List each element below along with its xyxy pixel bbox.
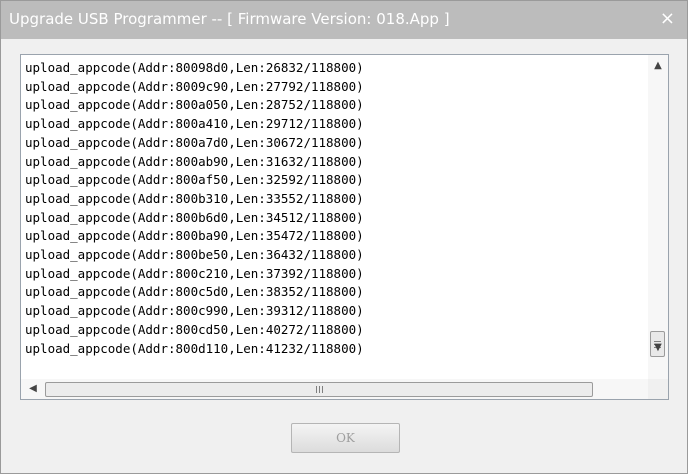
scroll-up-icon[interactable]: ▲ [651, 59, 665, 73]
horizontal-scroll-thumb[interactable] [45, 382, 593, 397]
window-title: Upgrade USB Programmer -- [ Firmware Ver… [9, 10, 450, 28]
log-line: upload_appcode(Addr:800be50,Len:36432/11… [25, 247, 364, 263]
log-line: upload_appcode(Addr:800a050,Len:28752/11… [25, 97, 364, 113]
log-line: upload_appcode(Addr:80098d0,Len:26832/11… [25, 60, 364, 75]
ok-button[interactable]: OK [291, 423, 400, 453]
log-output[interactable]: upload_appcode(Addr:80098d0,Len:26832/11… [20, 54, 669, 400]
vertical-scrollbar[interactable]: ▲ ▼ [648, 55, 668, 379]
log-line: upload_appcode(Addr:800c990,Len:39312/11… [25, 303, 364, 319]
log-line: upload_appcode(Addr:8009c90,Len:27792/11… [25, 78, 364, 94]
scroll-down-icon[interactable]: ▼ [651, 341, 665, 355]
log-line: upload_appcode(Addr:800af50,Len:32592/11… [25, 172, 364, 188]
log-line: upload_appcode(Addr:800a410,Len:29712/11… [25, 116, 364, 132]
scroll-corner [648, 379, 668, 399]
log-line: upload_appcode(Addr:800b310,Len:33552/11… [25, 190, 364, 206]
scroll-left-icon[interactable]: ◀ [27, 382, 39, 396]
log-line: upload_appcode(Addr:800a7d0,Len:30672/11… [25, 134, 364, 150]
grip-line [319, 386, 320, 393]
log-lines: upload_appcode(Addr:80098d0,Len:26832/11… [25, 59, 645, 359]
log-line: upload_appcode(Addr:800ba90,Len:35472/11… [25, 228, 364, 244]
upgrade-dialog: Upgrade USB Programmer -- [ Firmware Ver… [0, 0, 688, 474]
grip-line [322, 386, 323, 393]
log-line: upload_appcode(Addr:800c5d0,Len:38352/11… [25, 284, 364, 300]
log-line: upload_appcode(Addr:800d110,Len:41232/11… [25, 340, 364, 356]
horizontal-scrollbar[interactable]: ◀ ▶ [21, 379, 656, 399]
grip-line [316, 386, 317, 393]
log-line: upload_appcode(Addr:800cd50,Len:40272/11… [25, 321, 364, 337]
log-line: upload_appcode(Addr:800b6d0,Len:34512/11… [25, 209, 364, 225]
log-line: upload_appcode(Addr:800c210,Len:37392/11… [25, 265, 364, 281]
title-bar[interactable]: Upgrade USB Programmer -- [ Firmware Ver… [1, 1, 687, 39]
close-icon[interactable]: × [660, 8, 675, 29]
log-line: upload_appcode(Addr:800ab90,Len:31632/11… [25, 153, 364, 169]
